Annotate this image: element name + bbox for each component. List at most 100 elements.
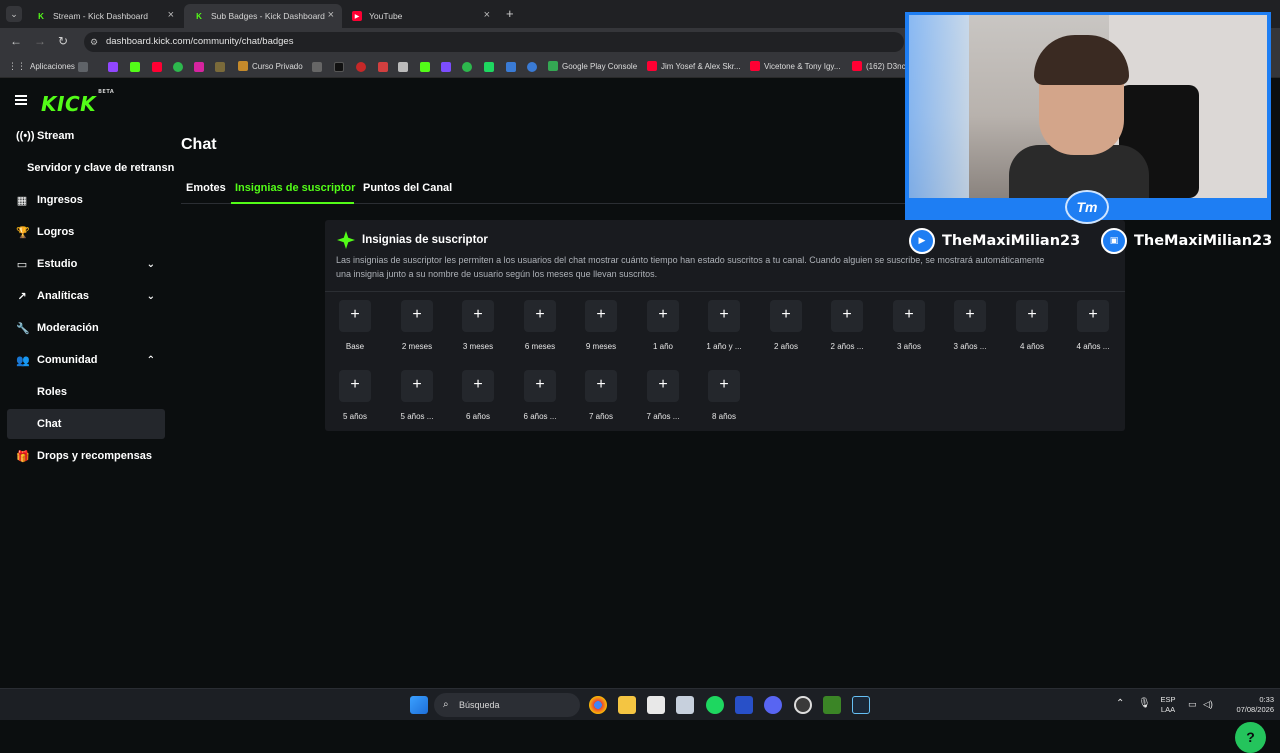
new-tab-button[interactable]: + xyxy=(506,6,514,21)
bookmark-icon[interactable] xyxy=(312,62,322,72)
file-explorer-icon[interactable] xyxy=(618,696,636,714)
bookmark-icon[interactable] xyxy=(484,62,494,72)
badge-slot[interactable]: + Base xyxy=(325,300,385,360)
add-badge-icon[interactable]: + xyxy=(1077,300,1109,332)
microphone-icon[interactable]: 🎙 xyxy=(1138,699,1151,709)
bookmark-vicetone[interactable]: Vicetone & Tony Igy... xyxy=(750,61,841,71)
steam-icon[interactable] xyxy=(852,696,870,714)
bookmark-google-play[interactable]: Google Play Console xyxy=(548,61,637,71)
bookmark-jim-yosef[interactable]: Jim Yosef & Alex Skr... xyxy=(647,61,741,71)
add-badge-icon[interactable]: + xyxy=(954,300,986,332)
bookmark-icon[interactable] xyxy=(462,62,472,72)
add-badge-icon[interactable]: + xyxy=(524,300,556,332)
bookmark-green-icon[interactable] xyxy=(173,62,183,72)
add-badge-icon[interactable]: + xyxy=(1016,300,1048,332)
youtube-icon[interactable] xyxy=(152,62,162,72)
badge-slot[interactable]: +3 años xyxy=(879,300,939,360)
site-info-icon[interactable]: ⚙ xyxy=(90,32,98,52)
add-badge-icon[interactable]: + xyxy=(462,370,494,402)
discord-icon[interactable] xyxy=(764,696,782,714)
vegas-icon[interactable] xyxy=(735,696,753,714)
network-icon[interactable]: ▭ xyxy=(1188,699,1197,709)
add-badge-icon[interactable]: + xyxy=(893,300,925,332)
bookmark-red-icon[interactable] xyxy=(356,62,366,72)
tiktok-icon[interactable] xyxy=(334,62,344,72)
obs-icon[interactable] xyxy=(794,696,812,714)
add-badge-icon[interactable]: + xyxy=(647,370,679,402)
bookmark-icon[interactable] xyxy=(420,62,430,72)
sidebar-item-analiticas[interactable]: ↗ Analíticas ⌄ xyxy=(7,281,165,311)
add-badge-icon[interactable]: + xyxy=(524,370,556,402)
add-badge-icon[interactable]: + xyxy=(462,300,494,332)
volume-icon[interactable]: ◁) xyxy=(1203,699,1213,709)
add-badge-icon[interactable]: + xyxy=(401,370,433,402)
clock[interactable]: 0:33 07/08/2026 xyxy=(1222,695,1274,715)
badge-slot[interactable]: +6 años xyxy=(448,370,508,430)
add-badge-icon[interactable]: + xyxy=(585,300,617,332)
back-icon[interactable]: ← xyxy=(10,34,22,48)
bookmark-icon[interactable] xyxy=(506,62,516,72)
language-indicator[interactable]: ESP LAA xyxy=(1158,695,1178,715)
calculator-icon[interactable] xyxy=(676,696,694,714)
close-tab-icon[interactable]: × xyxy=(328,9,334,21)
close-tab-icon[interactable]: × xyxy=(484,9,490,21)
add-badge-icon[interactable]: + xyxy=(339,300,371,332)
sidebar-item-chat[interactable]: Chat xyxy=(7,409,165,439)
spotify-icon[interactable] xyxy=(706,696,724,714)
add-badge-icon[interactable]: + xyxy=(585,370,617,402)
taskbar-search[interactable]: ⌕ Búsqueda xyxy=(434,693,580,717)
badge-slot[interactable]: +8 años xyxy=(694,370,754,430)
bookmark-d3nc[interactable]: (162) D3nc xyxy=(852,61,906,71)
tab-emotes[interactable]: Emotes xyxy=(186,182,226,194)
tray-chevron-icon[interactable]: ⌃ xyxy=(1116,699,1124,709)
close-tab-icon[interactable]: × xyxy=(168,9,174,21)
address-bar[interactable]: ⚙ dashboard.kick.com/community/chat/badg… xyxy=(84,32,904,52)
twitch-icon[interactable] xyxy=(108,62,118,72)
store-icon[interactable] xyxy=(647,696,665,714)
badge-slot[interactable]: +4 años ... xyxy=(1063,300,1123,360)
minecraft-icon[interactable] xyxy=(823,696,841,714)
badge-slot[interactable]: +3 meses xyxy=(448,300,508,360)
help-chat-button[interactable]: ? xyxy=(1235,722,1266,753)
kick-logo[interactable]: KICK BETA xyxy=(41,89,114,116)
bookmark-curso-privado[interactable]: Curso Privado xyxy=(238,61,303,71)
sidebar-item-ingresos[interactable]: ▦ Ingresos xyxy=(7,185,165,215)
add-badge-icon[interactable]: + xyxy=(708,370,740,402)
badge-slot[interactable]: +1 año xyxy=(633,300,693,360)
bookmark-icon[interactable] xyxy=(398,62,408,72)
chrome-icon[interactable] xyxy=(589,696,607,714)
badge-slot[interactable]: +6 años ... xyxy=(510,370,570,430)
sidebar-item-estudio[interactable]: ▭ Estudio ⌄ xyxy=(7,249,165,279)
tab-stream-dashboard[interactable]: K Stream - Kick Dashboard × xyxy=(26,4,182,28)
menu-icon[interactable] xyxy=(15,95,27,105)
sidebar-item-comunidad[interactable]: 👥 Comunidad ⌃ xyxy=(7,345,165,375)
grid-icon[interactable] xyxy=(78,62,88,72)
tab-puntos-del-canal[interactable]: Puntos del Canal xyxy=(363,182,452,194)
sidebar-item-drops[interactable]: 🎁 Drops y recompensas xyxy=(7,441,165,471)
add-badge-icon[interactable]: + xyxy=(647,300,679,332)
sidebar-item-logros[interactable]: 🏆 Logros xyxy=(7,217,165,247)
sidebar-item-stream[interactable]: ((•)) Stream xyxy=(7,121,165,151)
bookmark-icon[interactable] xyxy=(441,62,451,72)
tab-sub-badges[interactable]: K Sub Badges - Kick Dashboard × xyxy=(184,4,342,28)
sidebar-item-servidor[interactable]: Servidor y clave de retransn xyxy=(7,153,174,183)
sidebar-item-roles[interactable]: Roles xyxy=(7,377,165,407)
bookmark-icon[interactable] xyxy=(527,62,537,72)
kick-icon[interactable] xyxy=(130,62,140,72)
add-badge-icon[interactable]: + xyxy=(339,370,371,402)
tab-insignias-de-suscriptor[interactable]: Insignias de suscriptor xyxy=(235,182,355,194)
badge-slot[interactable]: +5 años ... xyxy=(387,370,447,430)
tab-list-button[interactable]: ⌄ xyxy=(6,6,22,22)
windows-start-icon[interactable] xyxy=(410,696,428,714)
badge-slot[interactable]: +7 años ... xyxy=(633,370,693,430)
badge-slot[interactable]: +5 años xyxy=(325,370,385,430)
forward-icon[interactable]: → xyxy=(34,34,46,48)
add-badge-icon[interactable]: + xyxy=(831,300,863,332)
sidebar-item-moderacion[interactable]: 🔧 Moderación xyxy=(7,313,165,343)
reload-icon[interactable]: ↻ xyxy=(58,34,68,48)
badge-slot[interactable]: +2 años xyxy=(756,300,816,360)
instagram-icon[interactable] xyxy=(194,62,204,72)
badge-slot[interactable]: +3 años ... xyxy=(940,300,1000,360)
add-badge-icon[interactable]: + xyxy=(708,300,740,332)
add-badge-icon[interactable]: + xyxy=(770,300,802,332)
